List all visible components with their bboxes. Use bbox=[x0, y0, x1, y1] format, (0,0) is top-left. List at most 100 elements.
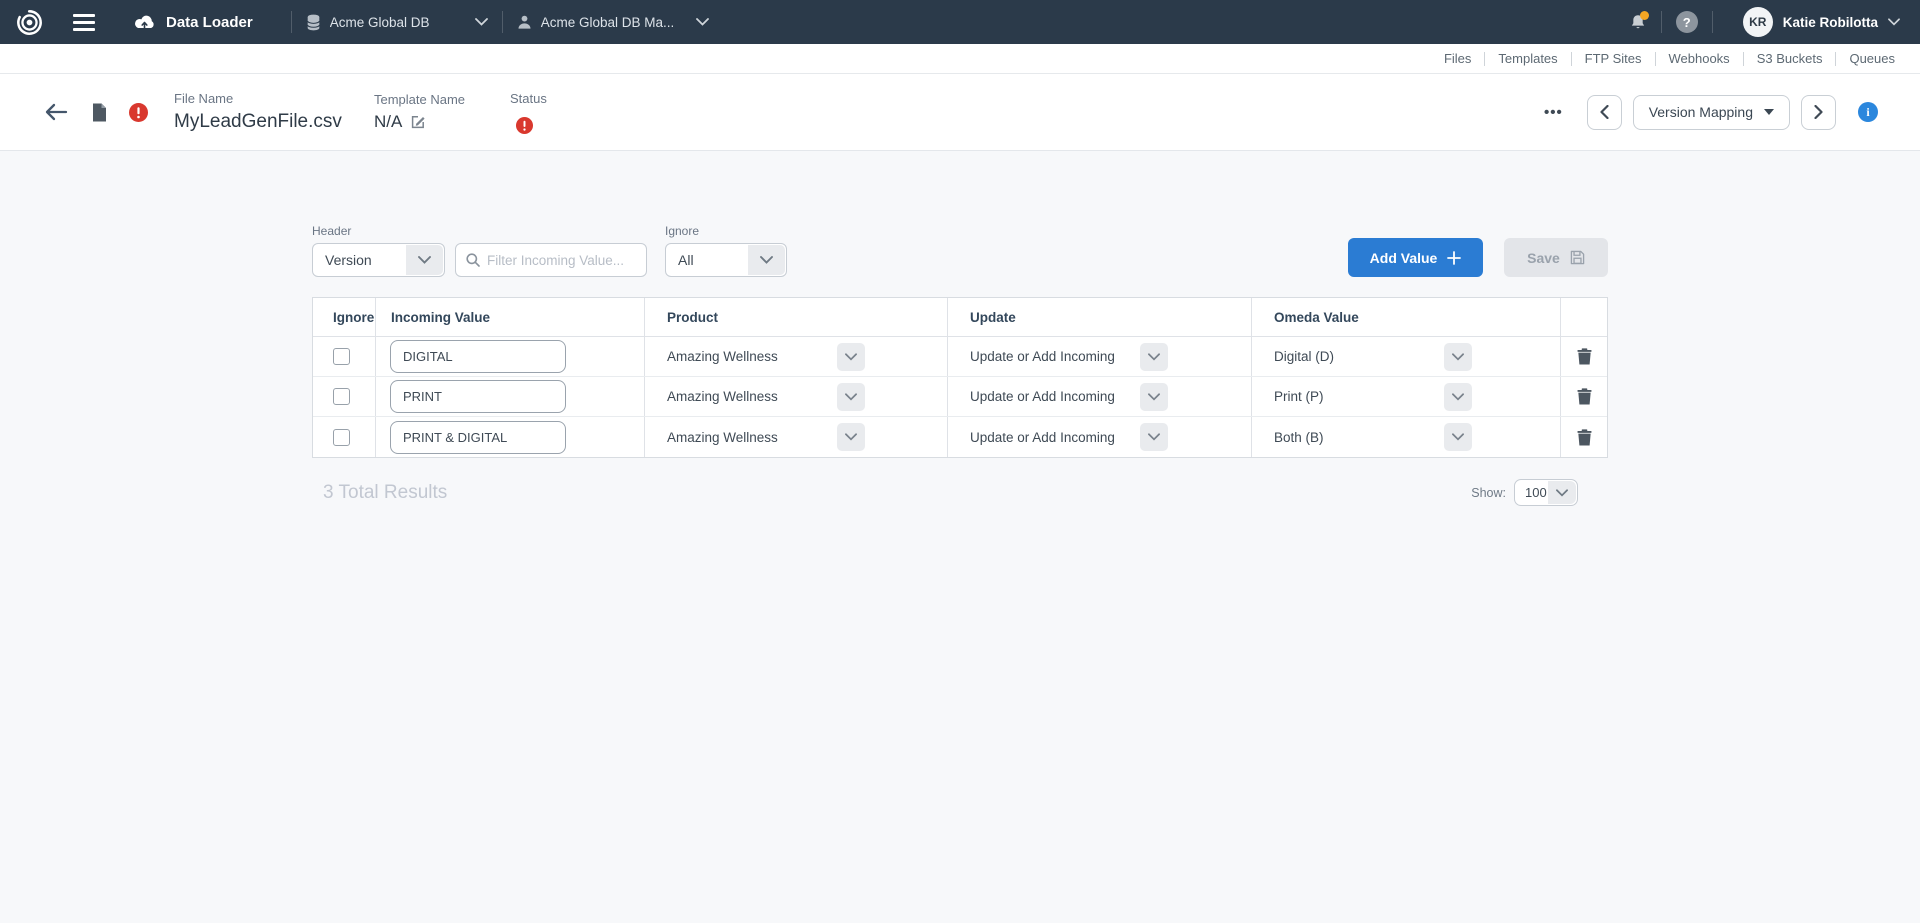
save-disk-icon bbox=[1570, 250, 1585, 265]
ignore-cell bbox=[313, 337, 376, 376]
row-actions-cell bbox=[1561, 337, 1607, 376]
omeda-value-cell: Print (P) bbox=[1252, 377, 1561, 416]
navbar-divider bbox=[291, 11, 292, 33]
subnav-separator bbox=[1571, 52, 1572, 66]
search-input[interactable] bbox=[487, 253, 632, 268]
info-icon[interactable]: i bbox=[1858, 102, 1878, 122]
navbar-right: ? KR Katie Robilotta bbox=[1629, 7, 1900, 37]
update-value: Update or Add Incoming bbox=[970, 430, 1115, 445]
search-box bbox=[455, 243, 647, 277]
plus-icon bbox=[1447, 251, 1461, 265]
incoming-value-cell bbox=[376, 377, 645, 416]
edit-template-button[interactable] bbox=[410, 114, 426, 130]
delete-row-button[interactable] bbox=[1577, 388, 1592, 405]
header-filter-group: Header Version bbox=[312, 224, 455, 277]
chevron-right-icon bbox=[1814, 105, 1823, 119]
incoming-value-cell bbox=[376, 337, 645, 376]
notifications-button[interactable] bbox=[1629, 13, 1647, 32]
file-document-icon bbox=[92, 103, 107, 122]
omeda-logo[interactable] bbox=[16, 9, 43, 36]
incoming-value-input[interactable] bbox=[390, 421, 566, 454]
app-title: Data Loader bbox=[133, 14, 253, 31]
chevron-down-icon[interactable] bbox=[837, 343, 865, 371]
omeda-value: Both (B) bbox=[1274, 430, 1324, 445]
total-results: 3 Total Results bbox=[323, 482, 447, 504]
product-cell: Amazing Wellness bbox=[645, 417, 948, 457]
column-header-actions bbox=[1561, 298, 1607, 336]
notification-dot bbox=[1640, 11, 1649, 20]
subnav-separator bbox=[1835, 52, 1836, 66]
search-spacer bbox=[455, 224, 665, 238]
product-dropdown[interactable]: Amazing Wellness bbox=[667, 383, 865, 411]
omeda-logo-icon bbox=[16, 9, 43, 36]
subnav-link-webhooks[interactable]: Webhooks bbox=[1666, 51, 1733, 66]
ignore-filter-select[interactable]: All bbox=[665, 243, 787, 277]
chevron-down-icon[interactable] bbox=[837, 383, 865, 411]
mapping-view-dropdown[interactable]: Version Mapping bbox=[1633, 95, 1790, 130]
subnav-link-templates[interactable]: Templates bbox=[1495, 51, 1560, 66]
next-mapping-button[interactable] bbox=[1801, 95, 1836, 130]
product-dropdown[interactable]: Amazing Wellness bbox=[667, 343, 865, 371]
file-header: File Name MyLeadGenFile.csv Template Nam… bbox=[0, 74, 1920, 151]
omeda-value: Print (P) bbox=[1274, 389, 1324, 404]
product-dropdown[interactable]: Amazing Wellness bbox=[667, 423, 865, 451]
help-button[interactable]: ? bbox=[1676, 11, 1698, 33]
omeda-value-dropdown[interactable]: Print (P) bbox=[1274, 383, 1472, 411]
delete-row-button[interactable] bbox=[1577, 429, 1592, 446]
navbar-divider bbox=[1712, 11, 1713, 33]
audience-selector[interactable]: Acme Global DB Ma... bbox=[517, 14, 709, 30]
overflow-menu-button[interactable]: ••• bbox=[1544, 104, 1563, 121]
table-row: Amazing Wellness Update or Add Incoming … bbox=[313, 377, 1607, 417]
chevron-down-icon[interactable] bbox=[1140, 423, 1168, 451]
update-value: Update or Add Incoming bbox=[970, 349, 1115, 364]
subnav-link-files[interactable]: Files bbox=[1441, 51, 1474, 66]
template-name-value: N/A bbox=[374, 112, 402, 132]
menu-button[interactable] bbox=[73, 14, 95, 31]
chevron-down-icon[interactable] bbox=[1444, 423, 1472, 451]
update-dropdown[interactable]: Update or Add Incoming bbox=[970, 423, 1168, 451]
navbar-divider bbox=[1661, 11, 1662, 33]
chevron-down-icon bbox=[1888, 18, 1900, 26]
chevron-down-icon[interactable] bbox=[1444, 383, 1472, 411]
header-filter-value: Version bbox=[313, 252, 372, 268]
save-button[interactable]: Save bbox=[1504, 238, 1608, 277]
column-header-ignore: Ignore bbox=[313, 298, 376, 336]
avatar: KR bbox=[1743, 7, 1773, 37]
chevron-down-icon[interactable] bbox=[1140, 343, 1168, 371]
update-cell: Update or Add Incoming bbox=[948, 377, 1252, 416]
ignore-checkbox[interactable] bbox=[333, 388, 350, 405]
chevron-down-icon bbox=[475, 18, 488, 26]
incoming-value-input[interactable] bbox=[390, 340, 566, 373]
database-icon bbox=[306, 14, 321, 31]
subnav-link-s3-buckets[interactable]: S3 Buckets bbox=[1754, 51, 1826, 66]
chevron-down-icon[interactable] bbox=[1140, 383, 1168, 411]
add-value-button[interactable]: Add Value bbox=[1348, 238, 1483, 277]
omeda-value-dropdown[interactable]: Both (B) bbox=[1274, 423, 1472, 451]
update-dropdown[interactable]: Update or Add Incoming bbox=[970, 343, 1168, 371]
filter-bar: Header Version bbox=[312, 224, 1608, 277]
back-button[interactable] bbox=[44, 102, 68, 122]
incoming-value-input[interactable] bbox=[390, 380, 566, 413]
chevron-down-icon[interactable] bbox=[1444, 343, 1472, 371]
ignore-checkbox[interactable] bbox=[333, 348, 350, 365]
navbar-left: Data Loader Acme Global DB Acme Global D… bbox=[16, 9, 709, 36]
subnav-link-queues[interactable]: Queues bbox=[1846, 51, 1898, 66]
chevron-down-icon bbox=[748, 245, 785, 275]
subnav-separator bbox=[1743, 52, 1744, 66]
subnav-link-ftp-sites[interactable]: FTP Sites bbox=[1582, 51, 1645, 66]
chevron-down-icon[interactable] bbox=[837, 423, 865, 451]
delete-row-button[interactable] bbox=[1577, 348, 1592, 365]
omeda-value-dropdown[interactable]: Digital (D) bbox=[1274, 343, 1472, 371]
page-size-select[interactable]: 100 bbox=[1514, 479, 1578, 506]
previous-mapping-button[interactable] bbox=[1587, 95, 1622, 130]
ignore-cell bbox=[313, 377, 376, 416]
header-filter-select[interactable]: Version bbox=[312, 243, 445, 277]
subnav-separator bbox=[1655, 52, 1656, 66]
user-menu[interactable]: KR Katie Robilotta bbox=[1743, 7, 1900, 37]
show-label: Show: bbox=[1471, 486, 1506, 500]
database-selector[interactable]: Acme Global DB bbox=[306, 14, 488, 31]
product-cell: Amazing Wellness bbox=[645, 377, 948, 416]
chevron-left-icon bbox=[1600, 105, 1609, 119]
ignore-checkbox[interactable] bbox=[333, 429, 350, 446]
update-dropdown[interactable]: Update or Add Incoming bbox=[970, 383, 1168, 411]
